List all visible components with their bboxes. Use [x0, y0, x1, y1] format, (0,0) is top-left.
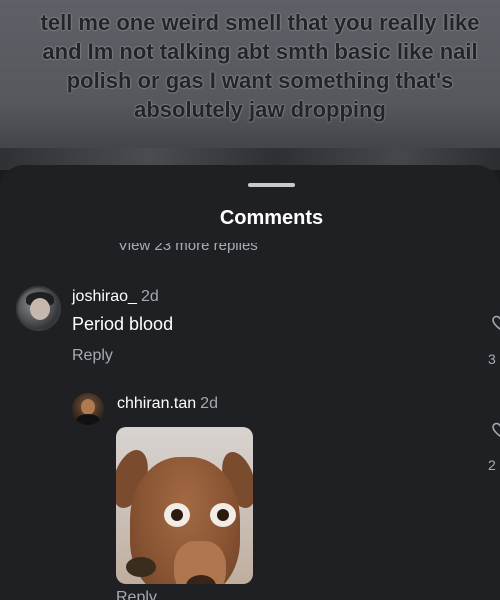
avatar[interactable]: [16, 286, 61, 331]
username[interactable]: joshirao_: [72, 288, 137, 305]
heart-icon[interactable]: [492, 422, 500, 438]
video-background: tell me one weird smell that you really …: [0, 0, 500, 170]
view-more-replies[interactable]: View 23 more replies: [118, 243, 258, 254]
gif-attachment[interactable]: [116, 427, 253, 584]
heart-icon[interactable]: [492, 315, 500, 331]
like-count: 3: [488, 351, 496, 367]
comments-sheet: Comments View 23 more replies joshirao_ 2…: [0, 165, 500, 600]
comment-author[interactable]: joshirao_ 2d: [72, 288, 159, 306]
like-count: 2: [488, 457, 496, 473]
comment-time: 2d: [200, 395, 218, 412]
drag-handle[interactable]: [248, 183, 295, 187]
sheet-title: Comments: [219, 207, 324, 229]
username[interactable]: chhiran.tan: [117, 395, 196, 412]
reply-button[interactable]: Reply: [116, 589, 157, 600]
comment-time: 2d: [140, 288, 159, 305]
comment-text: Period blood: [72, 314, 174, 334]
reply-button[interactable]: Reply: [72, 347, 113, 365]
avatar[interactable]: [72, 393, 104, 425]
comment-author[interactable]: chhiran.tan 2d: [117, 395, 218, 413]
video-caption: tell me one weird smell that you really …: [40, 10, 480, 122]
